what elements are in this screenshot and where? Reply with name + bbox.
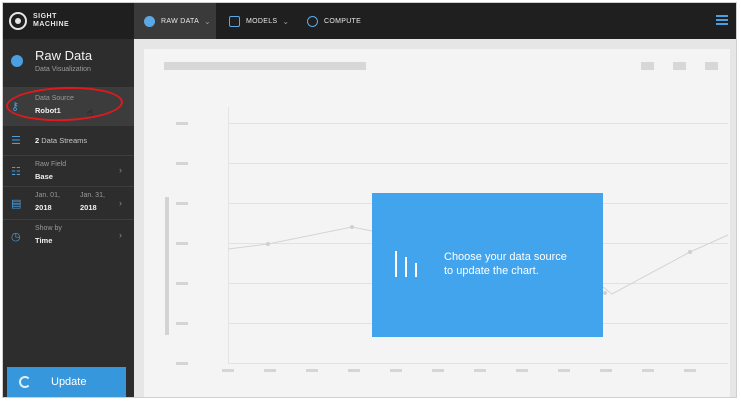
calendar-icon: ▤ (11, 198, 22, 210)
empty-state-line-2: to update the chart. (444, 265, 539, 277)
raw-field-value: Base (35, 172, 53, 181)
sidebar-item-show-by[interactable]: ◷ Show by Time › (3, 219, 134, 253)
chevron-right-icon: › (119, 165, 122, 175)
empty-state-overlay: Choose your data source to update the ch… (372, 193, 603, 337)
chevron-down-icon: ⌄ (204, 16, 212, 26)
hamburger-menu-icon[interactable] (716, 15, 728, 25)
main-content: Choose your data source to update the ch… (134, 39, 736, 397)
models-icon (229, 15, 240, 27)
tab-raw-data-label: RAW DATA (161, 17, 200, 25)
chevron-down-icon: ⌄ (282, 16, 290, 26)
brand-logo[interactable]: SIGHT MACHINE (9, 10, 133, 32)
tab-compute[interactable]: COMPUTE (307, 3, 377, 39)
sidebar-subtitle: Data Visualization (35, 66, 91, 73)
date-start-label: Jan. 01, (35, 192, 60, 199)
raw-field-label: Raw Field (35, 161, 67, 168)
raw-data-icon (11, 55, 23, 67)
empty-state-message: Choose your data source to update the ch… (444, 250, 594, 278)
sidebar-header: Raw Data Data Visualization (3, 39, 134, 87)
date-start-year: 2018 (35, 203, 52, 212)
compute-icon (307, 15, 318, 27)
tab-models[interactable]: MODELS ⌄ (229, 3, 297, 39)
data-streams-text: 2 Data Streams (35, 136, 87, 145)
logo-line-2: MACHINE (33, 21, 70, 28)
raw-data-icon (144, 15, 155, 27)
tab-compute-label: COMPUTE (324, 17, 362, 25)
chevron-right-icon: › (119, 198, 122, 208)
logo-text: SIGHT MACHINE (33, 13, 69, 29)
tab-models-label: MODELS (246, 17, 278, 25)
top-navigation-bar: SIGHT MACHINE RAW DATA ⌄ MODELS ⌄ COMPUT… (3, 3, 736, 39)
app-window: SIGHT MACHINE RAW DATA ⌄ MODELS ⌄ COMPUT… (2, 2, 737, 398)
empty-state-line-1: Choose your data source (444, 251, 567, 263)
clock-icon: ◷ (11, 231, 21, 243)
show-by-label: Show by (35, 225, 62, 232)
hand-cursor-icon: ☝ (87, 108, 94, 119)
date-end-label: Jan. 31, (80, 192, 105, 199)
list-icon: ☷ (11, 166, 21, 178)
update-button-label: Update (51, 376, 87, 388)
refresh-icon (19, 376, 31, 388)
sidebar-title: Raw Data (35, 48, 93, 63)
sidebar-item-raw-field[interactable]: ☷ Raw Field Base › (3, 155, 134, 186)
data-streams-count: 2 (35, 136, 40, 145)
date-end[interactable]: Jan. 31, 2018 (80, 192, 105, 212)
update-button[interactable]: Update (7, 367, 126, 397)
chart-card: Choose your data source to update the ch… (144, 49, 730, 397)
date-end-year: 2018 (80, 203, 97, 212)
tab-raw-data[interactable]: RAW DATA ⌄ (134, 3, 216, 39)
show-by-value: Time (35, 236, 53, 245)
streams-icon: ☰ (11, 135, 21, 147)
sidebar-item-date-range[interactable]: ▤ Jan. 01, 2018 Jan. 31, 2018 › (3, 186, 134, 219)
data-streams-label: Data Streams (41, 136, 88, 145)
chevron-right-icon: › (119, 230, 122, 240)
logo-line-1: SIGHT (33, 13, 57, 20)
logo-mark-icon (9, 12, 27, 30)
sidebar-item-data-streams[interactable]: ☰ 2 Data Streams (3, 125, 134, 155)
date-start[interactable]: Jan. 01, 2018 (35, 192, 60, 212)
